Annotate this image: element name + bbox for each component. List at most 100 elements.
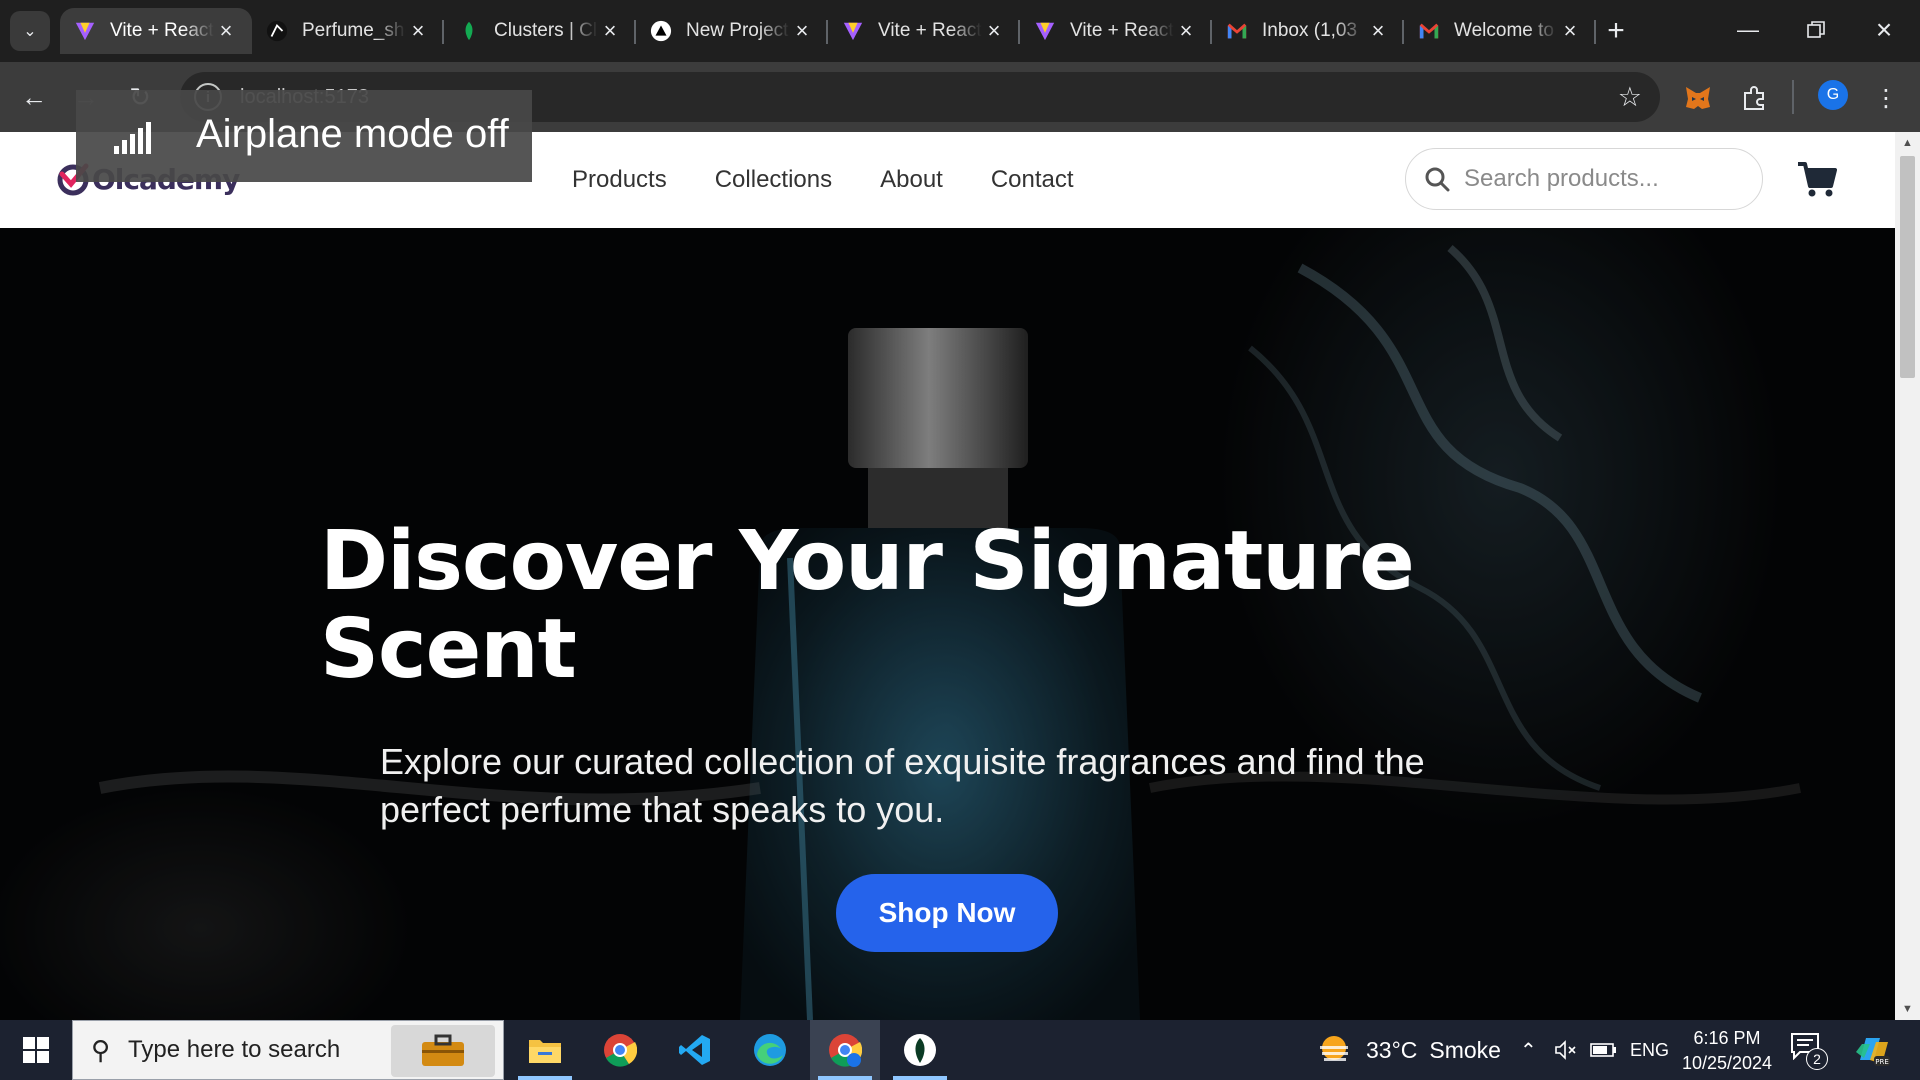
nav-link-products[interactable]: Products: [572, 166, 667, 194]
browser-tab[interactable]: Inbox (1,03 ×: [1212, 8, 1404, 54]
airplane-mode-toast: Airplane mode off: [76, 90, 532, 182]
back-button[interactable]: ←: [12, 75, 56, 119]
start-button[interactable]: [10, 1020, 62, 1080]
tab-title: Clusters | Cloud: [494, 20, 598, 41]
taskbar-search-placeholder: Type here to search: [128, 1036, 341, 1063]
minimize-button[interactable]: —: [1714, 0, 1782, 60]
arrow-left-icon: ←: [21, 81, 47, 112]
weather-widget[interactable]: 33°C Smoke: [1316, 1020, 1501, 1080]
language-indicator[interactable]: ENG: [1630, 1020, 1669, 1080]
close-window-button[interactable]: ×: [1850, 0, 1918, 60]
close-icon: ×: [1875, 14, 1893, 45]
folder-icon: [529, 1040, 561, 1063]
system-clock[interactable]: 6:16 PM 10/25/2024: [1672, 1026, 1782, 1076]
mongodb-leaf-icon: [458, 20, 480, 42]
new-tab-button[interactable]: +: [1596, 11, 1636, 51]
copilot-icon[interactable]: PRE: [1852, 1030, 1892, 1070]
extensions-puzzle-icon[interactable]: [1736, 80, 1772, 116]
vercel-triangle-icon: [650, 20, 672, 42]
close-icon[interactable]: ×: [406, 18, 430, 43]
clock-date: 10/25/2024: [1681, 1053, 1773, 1073]
browser-tab[interactable]: New Project ×: [636, 8, 828, 54]
page-viewport: Olcademy Products Collections About Cont…: [0, 132, 1920, 1020]
browser-tab-strip: ⌄ Vite + React × Perfume_shop × Clusters…: [0, 0, 1920, 62]
close-icon[interactable]: ×: [1174, 18, 1198, 43]
nav-link-collections[interactable]: Collections: [715, 166, 832, 194]
hero-subtitle: Explore our curated collection of exquis…: [380, 741, 1425, 830]
hero-title: Discover Your Signature Scent: [320, 514, 1415, 697]
scroll-up-arrow-icon[interactable]: ▲: [1895, 132, 1920, 154]
chevron-down-icon: ⌄: [23, 23, 37, 40]
show-hidden-icons-button[interactable]: ⌃: [1520, 1020, 1537, 1080]
toolbar-divider: [1792, 80, 1794, 114]
more-menu-icon[interactable]: ⋮: [1868, 80, 1904, 116]
tab-title: Perfume_shop: [302, 20, 406, 41]
avatar[interactable]: G: [1818, 80, 1848, 110]
vscode-icon: [679, 1035, 710, 1065]
nav-link-contact[interactable]: Contact: [991, 166, 1074, 194]
toast-message: Airplane mode off: [196, 112, 509, 156]
chrome-app[interactable]: [585, 1020, 655, 1080]
browser-tab[interactable]: Welcome to ×: [1404, 8, 1596, 54]
hero-section: Discover Your Signature Scent Explore ou…: [0, 228, 1895, 1020]
windows-taskbar: ⚲ Type here to search 33°C Smoke ⌃ ENG 6…: [0, 1020, 1920, 1080]
page-scrollbar[interactable]: ▲ ▼: [1895, 132, 1920, 1020]
vscode-app[interactable]: [660, 1020, 730, 1080]
close-icon[interactable]: ×: [982, 18, 1006, 43]
plus-icon: +: [1607, 14, 1625, 47]
cart-icon[interactable]: [1796, 158, 1838, 200]
shop-now-button[interactable]: Shop Now: [836, 874, 1058, 952]
minimize-icon: —: [1737, 17, 1759, 42]
scroll-thumb[interactable]: [1900, 156, 1915, 378]
windows-logo-icon: [23, 1037, 49, 1063]
tab-list: Vite + React × Perfume_shop × Clusters |…: [60, 8, 1596, 62]
briefcase-icon[interactable]: [391, 1025, 495, 1077]
tab-title: Welcome to: [1454, 20, 1554, 41]
tab-search-button[interactable]: ⌄: [10, 11, 50, 51]
notification-center-button[interactable]: 2: [1790, 1032, 1828, 1070]
metamask-extension-icon[interactable]: [1680, 80, 1716, 116]
edge-app[interactable]: [735, 1020, 805, 1080]
tab-title: Vite + React: [110, 20, 214, 41]
close-icon[interactable]: ×: [214, 18, 238, 43]
close-icon[interactable]: ×: [1366, 18, 1390, 43]
search-input[interactable]: [1464, 165, 1744, 193]
close-icon[interactable]: ×: [598, 18, 622, 43]
gmail-icon: [1226, 20, 1248, 42]
chrome-profile-app[interactable]: [810, 1020, 880, 1080]
browser-tab[interactable]: Vite + React ×: [828, 8, 1020, 54]
taskbar-search[interactable]: ⚲ Type here to search: [72, 1020, 504, 1080]
battery-icon[interactable]: [1590, 1020, 1618, 1080]
restore-icon: [1807, 21, 1825, 38]
volume-muted-icon[interactable]: [1554, 1020, 1578, 1080]
svg-text:PRE: PRE: [1875, 1058, 1889, 1066]
nav-link-about[interactable]: About: [880, 166, 943, 194]
file-explorer-app[interactable]: [510, 1020, 580, 1080]
browser-tab[interactable]: Perfume_shop ×: [252, 8, 444, 54]
weather-condition: Smoke: [1429, 1036, 1501, 1063]
main-nav: Products Collections About Contact: [572, 166, 1074, 194]
notification-count-badge: 2: [1806, 1048, 1828, 1070]
chrome-icon: [829, 1034, 862, 1067]
restore-button[interactable]: [1782, 0, 1850, 60]
github-icon: [266, 20, 288, 42]
close-icon[interactable]: ×: [1558, 18, 1582, 43]
signal-bars-icon: [114, 122, 151, 154]
tab-title: New Project: [686, 20, 789, 41]
vite-icon: [74, 20, 96, 42]
browser-tab[interactable]: Vite + React ×: [1020, 8, 1212, 54]
edge-icon: [754, 1034, 786, 1066]
search-icon: ⚲: [91, 1034, 111, 1065]
bookmark-star-icon[interactable]: ☆: [1618, 82, 1642, 113]
scroll-down-arrow-icon[interactable]: ▼: [1895, 998, 1920, 1020]
gmail-icon: [1418, 20, 1440, 42]
vite-icon: [1034, 20, 1056, 42]
browser-tab[interactable]: Vite + React ×: [60, 8, 252, 54]
clock-time: 6:16 PM: [1693, 1028, 1761, 1048]
tab-title: Vite + React: [1070, 20, 1174, 41]
search-icon: [1425, 167, 1450, 192]
mongodb-compass-app[interactable]: [885, 1020, 955, 1080]
close-icon[interactable]: ×: [790, 18, 814, 43]
browser-tab[interactable]: Clusters | Cloud ×: [444, 8, 636, 54]
chrome-icon: [604, 1034, 637, 1067]
